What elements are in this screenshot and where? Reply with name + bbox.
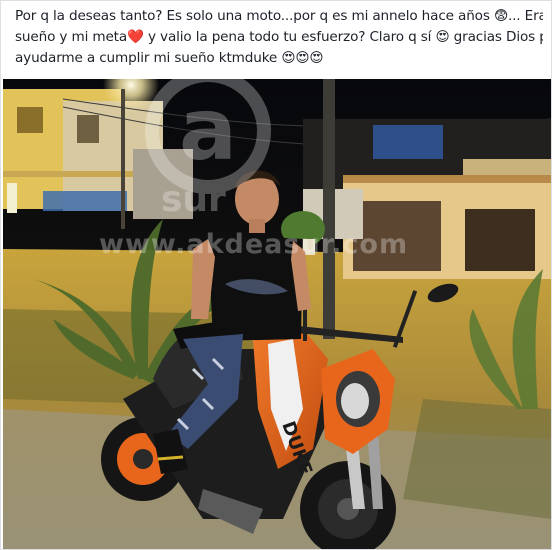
- grass-right: [403, 399, 551, 519]
- watermark-logo-letter: a: [179, 80, 237, 180]
- lamp-pole: [121, 89, 125, 229]
- caption-line-1: Por q la deseas tanto? Es solo una moto.…: [15, 8, 543, 24]
- post-photo[interactable]: DUKE a sur www.akdeasur.com: [3, 79, 551, 549]
- social-post-card: Por q la deseas tanto? Es solo una moto.…: [0, 0, 552, 550]
- utility-pole: [323, 79, 335, 339]
- post-caption: Por q la deseas tanto? Es solo una moto.…: [15, 6, 543, 72]
- caption-line-2: sueño y mi meta❤️ y valio la pena todo t…: [15, 29, 543, 45]
- motorcycle-photo-illustration: DUKE a sur: [3, 79, 551, 549]
- watermark-text: www.akdeasur.com: [99, 229, 409, 260]
- caption-line-3: ayudarme a cumplir mi sueño ktmduke 😍😍😍: [15, 50, 324, 66]
- watermark-logo-subtext: sur: [161, 179, 226, 220]
